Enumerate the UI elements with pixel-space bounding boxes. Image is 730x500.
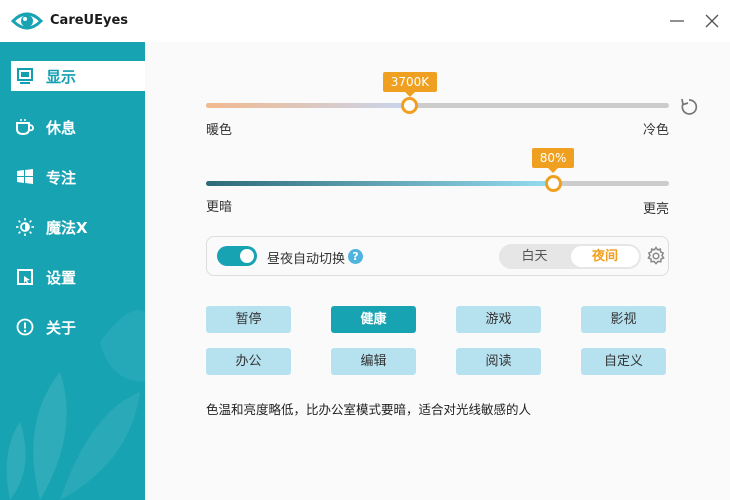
info-icon [14, 316, 36, 338]
mode-reading-button[interactable]: 阅读 [456, 348, 541, 375]
sidebar-item-display[interactable]: 显示 [11, 61, 145, 91]
temperature-value-badge: 3700K [382, 72, 438, 97]
brightness-track[interactable] [206, 181, 669, 186]
coffee-cup-icon [14, 116, 36, 138]
darker-label: 更暗 [206, 200, 233, 215]
help-icon[interactable]: ? [348, 249, 363, 264]
mode-description: 色温和亮度略低，比办公室模式要暗，适合对光线敏感的人 [206, 402, 532, 417]
reset-icon[interactable] [678, 96, 700, 118]
brightness-thumb[interactable] [544, 175, 562, 192]
auto-switch-label: 昼夜自动切换 [267, 252, 346, 267]
brightness-slider[interactable]: 80% 更暗 更亮 [206, 148, 669, 218]
close-icon [705, 14, 719, 28]
night-option[interactable]: 夜间 [571, 246, 639, 267]
mode-editing-button[interactable]: 编辑 [331, 348, 416, 375]
sun-moon-icon [14, 216, 36, 238]
sidebar-item-rest[interactable]: 休息 [11, 112, 145, 142]
mode-office-button[interactable]: 办公 [206, 348, 291, 375]
mode-pause-button[interactable]: 暂停 [206, 306, 291, 333]
sidebar-item-about[interactable]: 关于 [11, 312, 145, 342]
title-bar: CareUEyes [0, 0, 730, 42]
mode-movie-button[interactable]: 影视 [581, 306, 666, 333]
windows-icon [14, 166, 36, 188]
toggle-knob [240, 249, 254, 263]
close-button[interactable] [696, 6, 728, 36]
sidebar-item-settings[interactable]: 设置 [11, 262, 145, 292]
sidebar-item-label: 关于 [46, 318, 77, 337]
temperature-fill [206, 103, 410, 108]
day-night-segment: 白天 夜间 [499, 244, 641, 269]
sidebar-item-label: 专注 [46, 168, 77, 187]
sidebar-item-magic[interactable]: 魔法X [11, 212, 145, 242]
gear-icon[interactable] [646, 246, 666, 266]
sidebar-item-label: 休息 [46, 118, 77, 137]
temperature-slider[interactable]: 3700K 暖色 冷色 [206, 72, 669, 142]
temperature-track[interactable] [206, 103, 669, 108]
eye-logo-icon [11, 12, 43, 30]
brightness-fill [206, 181, 554, 186]
temperature-thumb[interactable] [401, 97, 419, 114]
warm-label: 暖色 [206, 123, 233, 138]
sidebar-item-label: 设置 [46, 268, 77, 287]
brightness-value-badge: 80% [531, 148, 575, 173]
settings-window-icon [14, 266, 36, 288]
cool-label: 冷色 [642, 123, 669, 138]
sidebar: 显示 休息 专注 魔法X 设置 关于 [0, 42, 145, 500]
sidebar-item-label: 显示 [46, 67, 77, 86]
sidebar-item-label: 魔法X [46, 218, 88, 237]
auto-switch-toggle[interactable] [217, 246, 257, 266]
main-panel: 3700K 暖色 冷色 80% 更暗 更亮 昼夜自动切换 ? 白天 夜间 暂停 … [145, 42, 730, 500]
minimize-icon [670, 20, 684, 22]
auto-switch-row: 昼夜自动切换 ? 白天 夜间 [206, 236, 669, 276]
brighter-label: 更亮 [642, 202, 669, 217]
monitor-icon [14, 65, 36, 87]
day-option[interactable]: 白天 [499, 244, 570, 269]
app-title: CareUEyes [50, 13, 129, 28]
sidebar-item-focus[interactable]: 专注 [11, 162, 145, 192]
mode-custom-button[interactable]: 自定义 [581, 348, 666, 375]
mode-health-button[interactable]: 健康 [331, 306, 416, 333]
minimize-button[interactable] [661, 6, 693, 36]
mode-game-button[interactable]: 游戏 [456, 306, 541, 333]
